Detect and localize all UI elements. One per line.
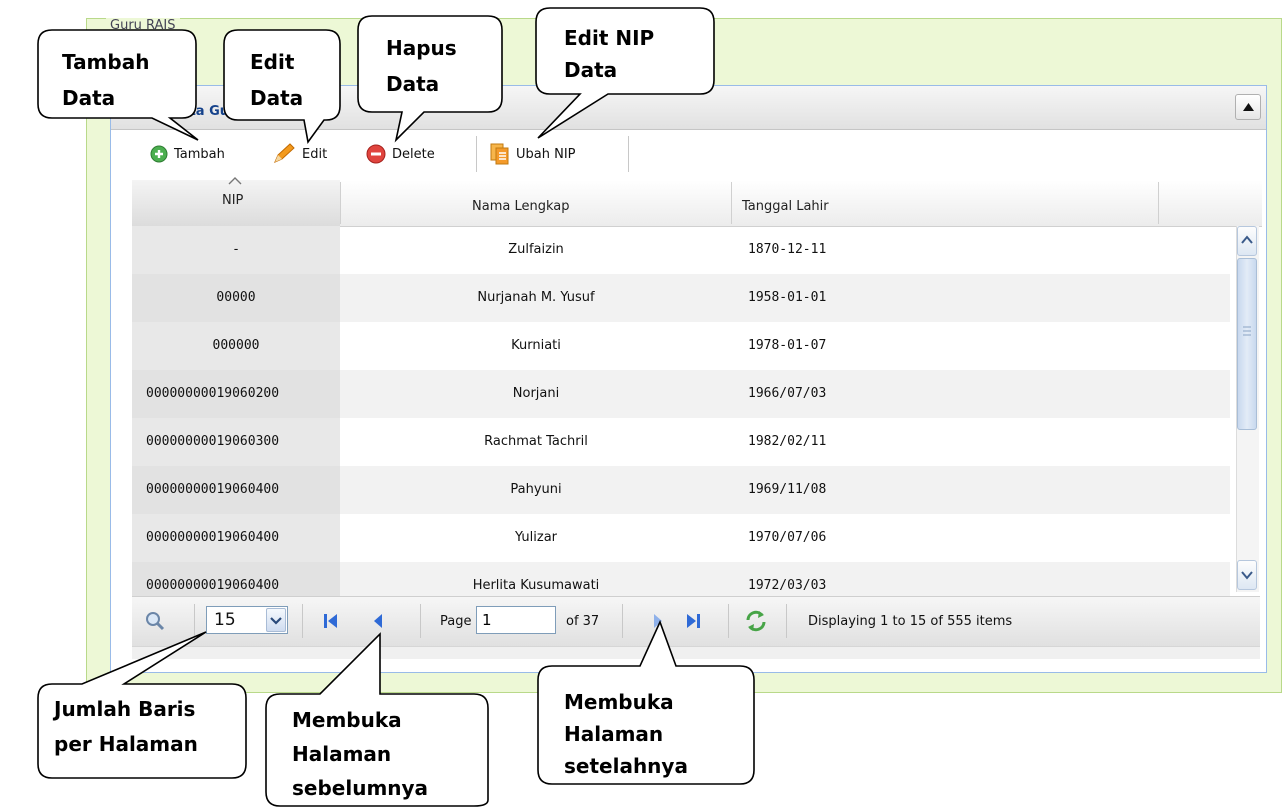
callout-tambah-line1: Tambah [62,50,150,74]
callout-sebelum-line1: Membuka [292,708,402,732]
callout-bubbles [37,7,755,807]
callout-editnip-line1: Edit NIP [564,26,655,50]
callout-setelah-line1: Membuka [564,690,674,714]
callout-sebelum-line2: Halaman [292,742,392,766]
callout-tambah-bubble [37,29,199,141]
callout-jumlah-line2: per Halaman [54,732,198,756]
callout-edit-line2: Data [250,86,304,110]
callout-edit-line1: Edit [250,50,295,74]
callout-hapus-line2: Data [386,72,440,96]
callout-sebelum-line3: sebelumnya [292,776,429,800]
callout-tambah-line2: Data [62,86,116,110]
callout-hapus-line1: Hapus [386,36,457,60]
callout-editnip-line2: Data [564,58,618,82]
callout-setelah-line3: setelahnya [564,754,688,778]
callout-setelah-line2: Halaman [564,722,664,746]
callout-jumlah-line1: Jumlah Baris [54,697,196,721]
